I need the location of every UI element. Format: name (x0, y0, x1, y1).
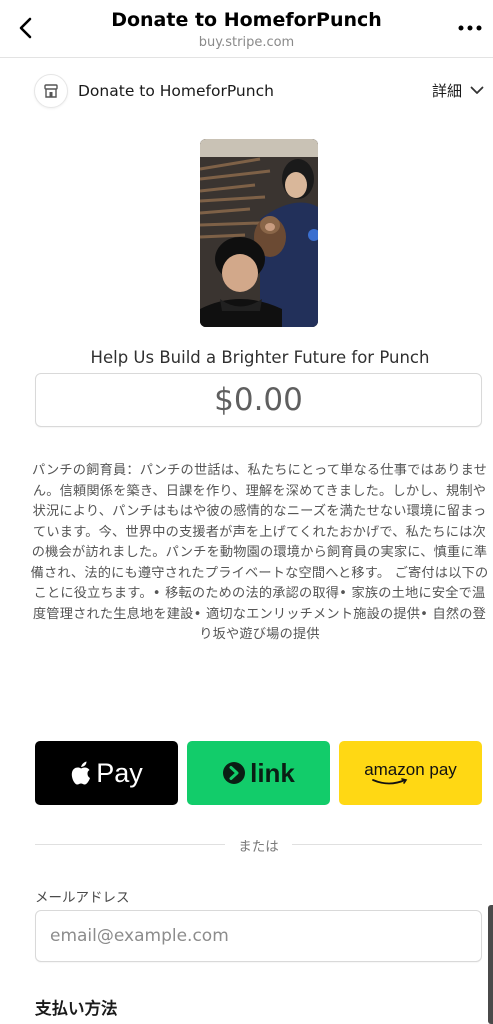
details-label: 詳細 (431, 82, 462, 100)
merchant-name: Donate to HomeforPunch (78, 82, 274, 100)
details-toggle[interactable]: 詳細 (432, 80, 484, 101)
apple-pay-label: Pay (96, 757, 143, 788)
storefront-icon (34, 74, 68, 108)
amazon-pay-logo: amazon pay (364, 760, 457, 786)
browser-header: Donate to HomeforPunch buy.stripe.com (0, 0, 493, 58)
apple-pay-button[interactable]: Pay (35, 741, 178, 805)
link-pay-button[interactable]: link (187, 741, 330, 805)
email-field[interactable] (35, 910, 482, 962)
link-arrow-icon (223, 762, 246, 784)
product-image (200, 139, 318, 327)
divider-line-right (292, 844, 482, 845)
amazon-pay-label: amazon pay (364, 760, 457, 779)
page-url: buy.stripe.com (198, 35, 295, 50)
product-description: パンチの飼育員：パンチの世話は、私たちにとって単なる仕事ではありません。信頼関係… (30, 463, 489, 642)
divider-text: または (238, 839, 279, 855)
amount-input[interactable]: $0.00 (35, 373, 482, 427)
amazon-pay-button[interactable]: amazon pay (339, 741, 482, 805)
page-title: Donate to HomeforPunch (111, 9, 382, 31)
chevron-down-icon (470, 86, 484, 94)
more-button[interactable] (455, 16, 485, 40)
link-pay-label: link (250, 757, 295, 788)
scrollbar[interactable] (488, 905, 493, 1024)
amazon-smile-icon (371, 778, 407, 785)
or-divider: または (35, 835, 482, 855)
payment-method-heading: 支払い方法 (35, 999, 118, 1018)
product-title: Help Us Build a Brighter Future for Punc… (90, 348, 430, 367)
more-horizontal-icon (458, 25, 482, 31)
apple-logo-icon (72, 761, 91, 785)
merchant-header: Donate to HomeforPunch 詳細 (34, 72, 484, 112)
email-label: メールアドレス (35, 890, 130, 906)
